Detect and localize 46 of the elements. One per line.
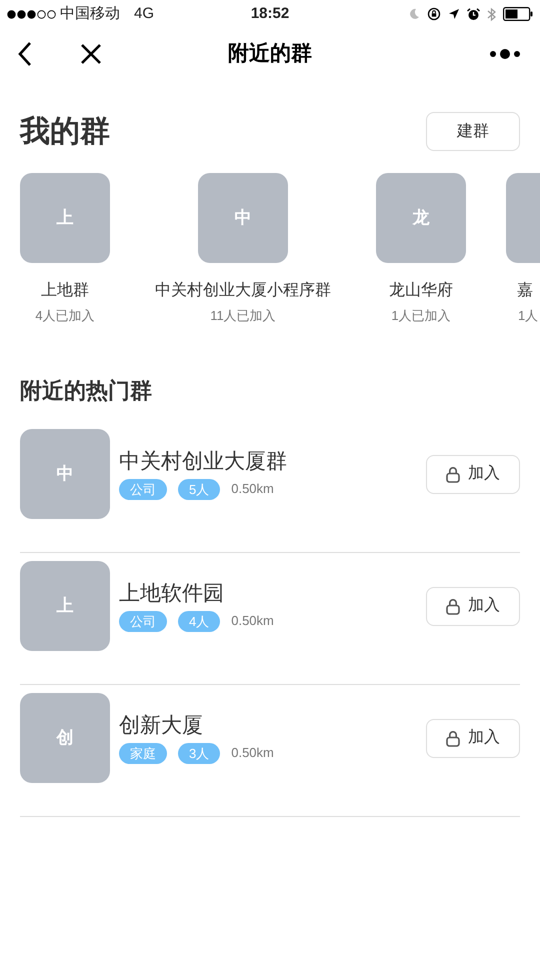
lock-icon	[446, 598, 460, 614]
group-avatar: 中	[198, 173, 288, 263]
section-title: 附近的热门群	[20, 378, 152, 402]
tag: 公司	[119, 610, 167, 632]
group-name: 上地软件园	[119, 580, 225, 606]
moon-icon	[408, 8, 420, 20]
lock-icon	[446, 730, 460, 746]
battery-icon	[503, 7, 533, 21]
bluetooth-icon	[487, 6, 496, 22]
group-name: 中关村创业大厦群	[119, 448, 287, 474]
section-title: 我的群	[20, 114, 110, 150]
lock-icon	[446, 466, 460, 482]
group-name: 中关村创业大厦小程序群	[155, 280, 331, 301]
status-time: 18:52	[250, 4, 290, 24]
tag: 3人	[178, 742, 220, 764]
rotation-lock-icon	[427, 7, 441, 21]
distance: 0.50km	[231, 480, 274, 498]
join-button[interactable]: 加入	[426, 454, 520, 494]
tag: 家庭	[119, 742, 167, 764]
member-count: 1人已加入	[391, 307, 451, 325]
network-type: 4G	[134, 4, 154, 24]
page-title: 附近的群	[228, 41, 312, 68]
tag: 4人	[178, 610, 220, 632]
group-name: 龙山华府	[389, 280, 453, 301]
alarm-icon	[467, 8, 480, 20]
group-name: 上地群	[41, 280, 89, 301]
member-count: 1人	[518, 307, 538, 325]
distance: 0.50km	[231, 744, 274, 762]
create-group-button[interactable]: 建群	[426, 112, 520, 151]
join-button[interactable]: 加入	[426, 586, 520, 626]
member-count: 11人已加入	[210, 307, 276, 325]
signal-icon	[7, 10, 57, 18]
member-count: 4人已加入	[35, 307, 95, 325]
group-avatar: 中	[20, 428, 110, 518]
group-avatar: 创	[20, 692, 110, 782]
carrier-name: 中国移动	[60, 4, 120, 24]
group-avatar: 龙	[376, 173, 466, 263]
group-name: 嘉	[517, 280, 533, 301]
group-avatar: 上	[20, 560, 110, 650]
group-name: 创新大厦	[119, 712, 204, 738]
join-button[interactable]: 加入	[426, 718, 520, 758]
location-arrow-icon	[448, 8, 460, 20]
distance: 0.50km	[231, 612, 274, 630]
group-avatar: 上	[20, 173, 110, 263]
tag: 公司	[119, 478, 167, 500]
tag: 5人	[178, 478, 220, 500]
